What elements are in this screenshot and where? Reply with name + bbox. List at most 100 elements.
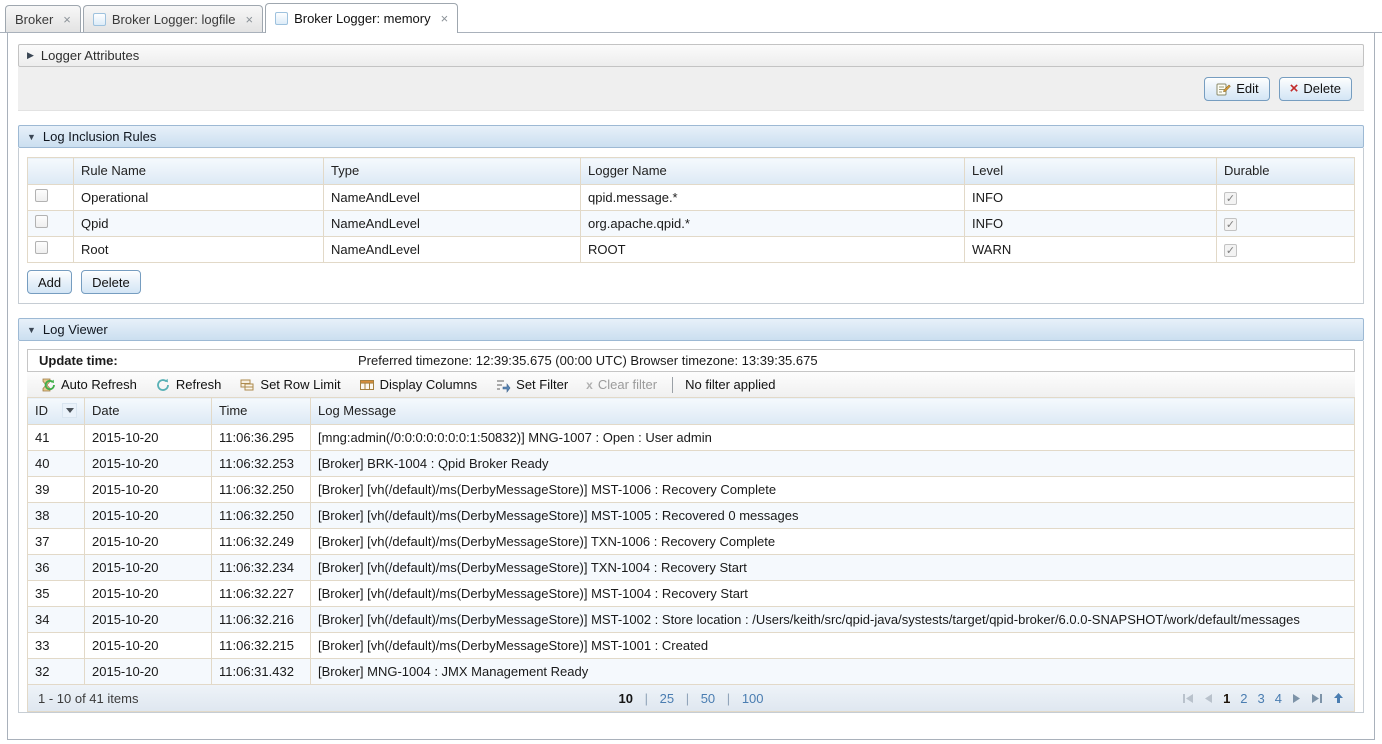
page-size-25[interactable]: 25 [660, 691, 674, 706]
separator: | [686, 691, 689, 706]
last-page-icon[interactable] [1311, 693, 1323, 704]
log-row[interactable]: 38 2015-10-20 11:06:32.250 [Broker] [vh(… [28, 503, 1355, 529]
log-time-cell: 11:06:32.250 [212, 477, 311, 503]
page-size-50[interactable]: 50 [701, 691, 715, 706]
col-level[interactable]: Level [965, 158, 1217, 185]
tab-broker-logger-memory[interactable]: Broker Logger: memory × [265, 3, 458, 33]
col-type[interactable]: Type [324, 158, 581, 185]
rule-name-cell: Operational [74, 185, 324, 211]
edit-button[interactable]: Edit [1204, 77, 1269, 101]
log-time-cell: 11:06:32.249 [212, 529, 311, 555]
separator: | [727, 691, 730, 706]
clear-filter-button[interactable]: x Clear filter [579, 374, 664, 395]
log-viewer-header[interactable]: ▼ Log Viewer [18, 318, 1364, 341]
log-inclusion-rules-header[interactable]: ▼ Log Inclusion Rules [18, 125, 1364, 148]
log-header-row: ID Date Time Log Message [28, 398, 1355, 425]
page-2[interactable]: 2 [1240, 691, 1247, 706]
col-logger-name[interactable]: Logger Name [581, 158, 965, 185]
display-columns-icon [359, 377, 375, 393]
log-message-cell: [Broker] [vh(/default)/ms(DerbyMessageSt… [311, 555, 1355, 581]
page-nav: 1 2 3 4 [1182, 691, 1344, 706]
delete-button-label: Delete [1303, 81, 1341, 96]
pane-title: Logger Attributes [41, 48, 139, 63]
log-message-cell: [Broker] [vh(/default)/ms(DerbyMessageSt… [311, 529, 1355, 555]
tab-bar: Broker × Broker Logger: logfile × Broker… [0, 0, 1382, 33]
log-date-cell: 2015-10-20 [85, 633, 212, 659]
delete-rule-button[interactable]: Delete [81, 270, 141, 294]
col-log-message[interactable]: Log Message [311, 398, 1355, 425]
log-row[interactable]: 35 2015-10-20 11:06:32.227 [Broker] [vh(… [28, 581, 1355, 607]
tab-label: Broker [15, 12, 53, 27]
log-row[interactable]: 36 2015-10-20 11:06:32.234 [Broker] [vh(… [28, 555, 1355, 581]
col-id-label: ID [35, 403, 48, 418]
logger-attributes-header[interactable]: ▶ Logger Attributes [18, 44, 1364, 67]
log-viewer-toolbar: Auto Refresh Refresh S [27, 372, 1355, 397]
first-page-icon[interactable] [1182, 693, 1194, 704]
logger-tab-icon [93, 13, 106, 26]
log-row[interactable]: 34 2015-10-20 11:06:32.216 [Broker] [vh(… [28, 607, 1355, 633]
log-row[interactable]: 37 2015-10-20 11:06:32.249 [Broker] [vh(… [28, 529, 1355, 555]
col-id[interactable]: ID [28, 398, 85, 425]
tab-broker[interactable]: Broker × [5, 5, 81, 32]
row-select-checkbox[interactable] [35, 189, 48, 202]
page-3[interactable]: 3 [1258, 691, 1265, 706]
log-date-cell: 2015-10-20 [85, 529, 212, 555]
tab-broker-logger-logfile[interactable]: Broker Logger: logfile × [83, 5, 263, 32]
edit-button-label: Edit [1236, 81, 1258, 96]
paginator: 1 - 10 of 41 items 10 | 25 | 50 | 100 [27, 685, 1355, 712]
log-message-cell: [Broker] [vh(/default)/ms(DerbyMessageSt… [311, 503, 1355, 529]
next-page-icon[interactable] [1292, 693, 1301, 704]
close-icon[interactable]: × [63, 13, 71, 26]
scroll-to-top-icon[interactable] [1333, 692, 1344, 704]
display-columns-label: Display Columns [380, 377, 478, 392]
close-icon[interactable]: × [245, 13, 253, 26]
log-id-cell: 38 [28, 503, 85, 529]
rule-row[interactable]: Operational NameAndLevel qpid.message.* … [28, 185, 1355, 211]
rule-logger-cell: qpid.message.* [581, 185, 965, 211]
set-filter-button[interactable]: Set Filter [488, 374, 575, 395]
durable-checkbox: ✓ [1224, 192, 1237, 205]
set-row-limit-icon [239, 377, 255, 393]
refresh-button[interactable]: Refresh [148, 374, 229, 395]
logger-tab-icon [275, 12, 288, 25]
page-size-100[interactable]: 100 [742, 691, 764, 706]
close-icon[interactable]: × [441, 12, 449, 25]
filter-status-text: No filter applied [681, 377, 775, 392]
rule-row[interactable]: Root NameAndLevel ROOT WARN ✓ [28, 237, 1355, 263]
log-row[interactable]: 33 2015-10-20 11:06:32.215 [Broker] [vh(… [28, 633, 1355, 659]
log-inclusion-rules-section: ▼ Log Inclusion Rules Rule Name Type Log… [18, 125, 1364, 304]
log-table: ID Date Time Log Message 41 2015-10-20 1… [27, 397, 1355, 685]
rule-name-cell: Root [74, 237, 324, 263]
log-row[interactable]: 39 2015-10-20 11:06:32.250 [Broker] [vh(… [28, 477, 1355, 503]
row-select-checkbox[interactable] [35, 215, 48, 228]
col-rule-name[interactable]: Rule Name [74, 158, 324, 185]
log-time-cell: 11:06:32.253 [212, 451, 311, 477]
delete-button[interactable]: × Delete [1279, 77, 1352, 101]
row-select-checkbox[interactable] [35, 241, 48, 254]
page-4[interactable]: 4 [1275, 691, 1282, 706]
log-id-cell: 41 [28, 425, 85, 451]
display-columns-button[interactable]: Display Columns [352, 374, 485, 395]
add-rule-button[interactable]: Add [27, 270, 72, 294]
broker-logger-memory-panel: ▶ Logger Attributes Edit × Delete ▼ Log … [7, 33, 1375, 740]
log-row[interactable]: 32 2015-10-20 11:06:31.432 [Broker] MNG-… [28, 659, 1355, 685]
log-row[interactable]: 41 2015-10-20 11:06:36.295 [mng:admin(/0… [28, 425, 1355, 451]
pane-title: Log Viewer [43, 322, 108, 337]
delete-x-icon: × [1290, 81, 1299, 96]
set-row-limit-button[interactable]: Set Row Limit [232, 374, 347, 395]
auto-refresh-button[interactable]: Auto Refresh [33, 374, 144, 395]
col-date[interactable]: Date [85, 398, 212, 425]
page-size-10[interactable]: 10 [618, 691, 632, 706]
log-id-cell: 40 [28, 451, 85, 477]
col-durable[interactable]: Durable [1217, 158, 1355, 185]
rule-row[interactable]: Qpid NameAndLevel org.apache.qpid.* INFO… [28, 211, 1355, 237]
col-time[interactable]: Time [212, 398, 311, 425]
log-row[interactable]: 40 2015-10-20 11:06:32.253 [Broker] BRK-… [28, 451, 1355, 477]
rule-type-cell: NameAndLevel [324, 237, 581, 263]
rule-level-cell: WARN [965, 237, 1217, 263]
log-message-cell: [Broker] [vh(/default)/ms(DerbyMessageSt… [311, 581, 1355, 607]
rule-type-cell: NameAndLevel [324, 185, 581, 211]
auto-refresh-icon [40, 377, 56, 393]
sort-desc-icon[interactable] [62, 403, 77, 418]
prev-page-icon[interactable] [1204, 693, 1213, 704]
